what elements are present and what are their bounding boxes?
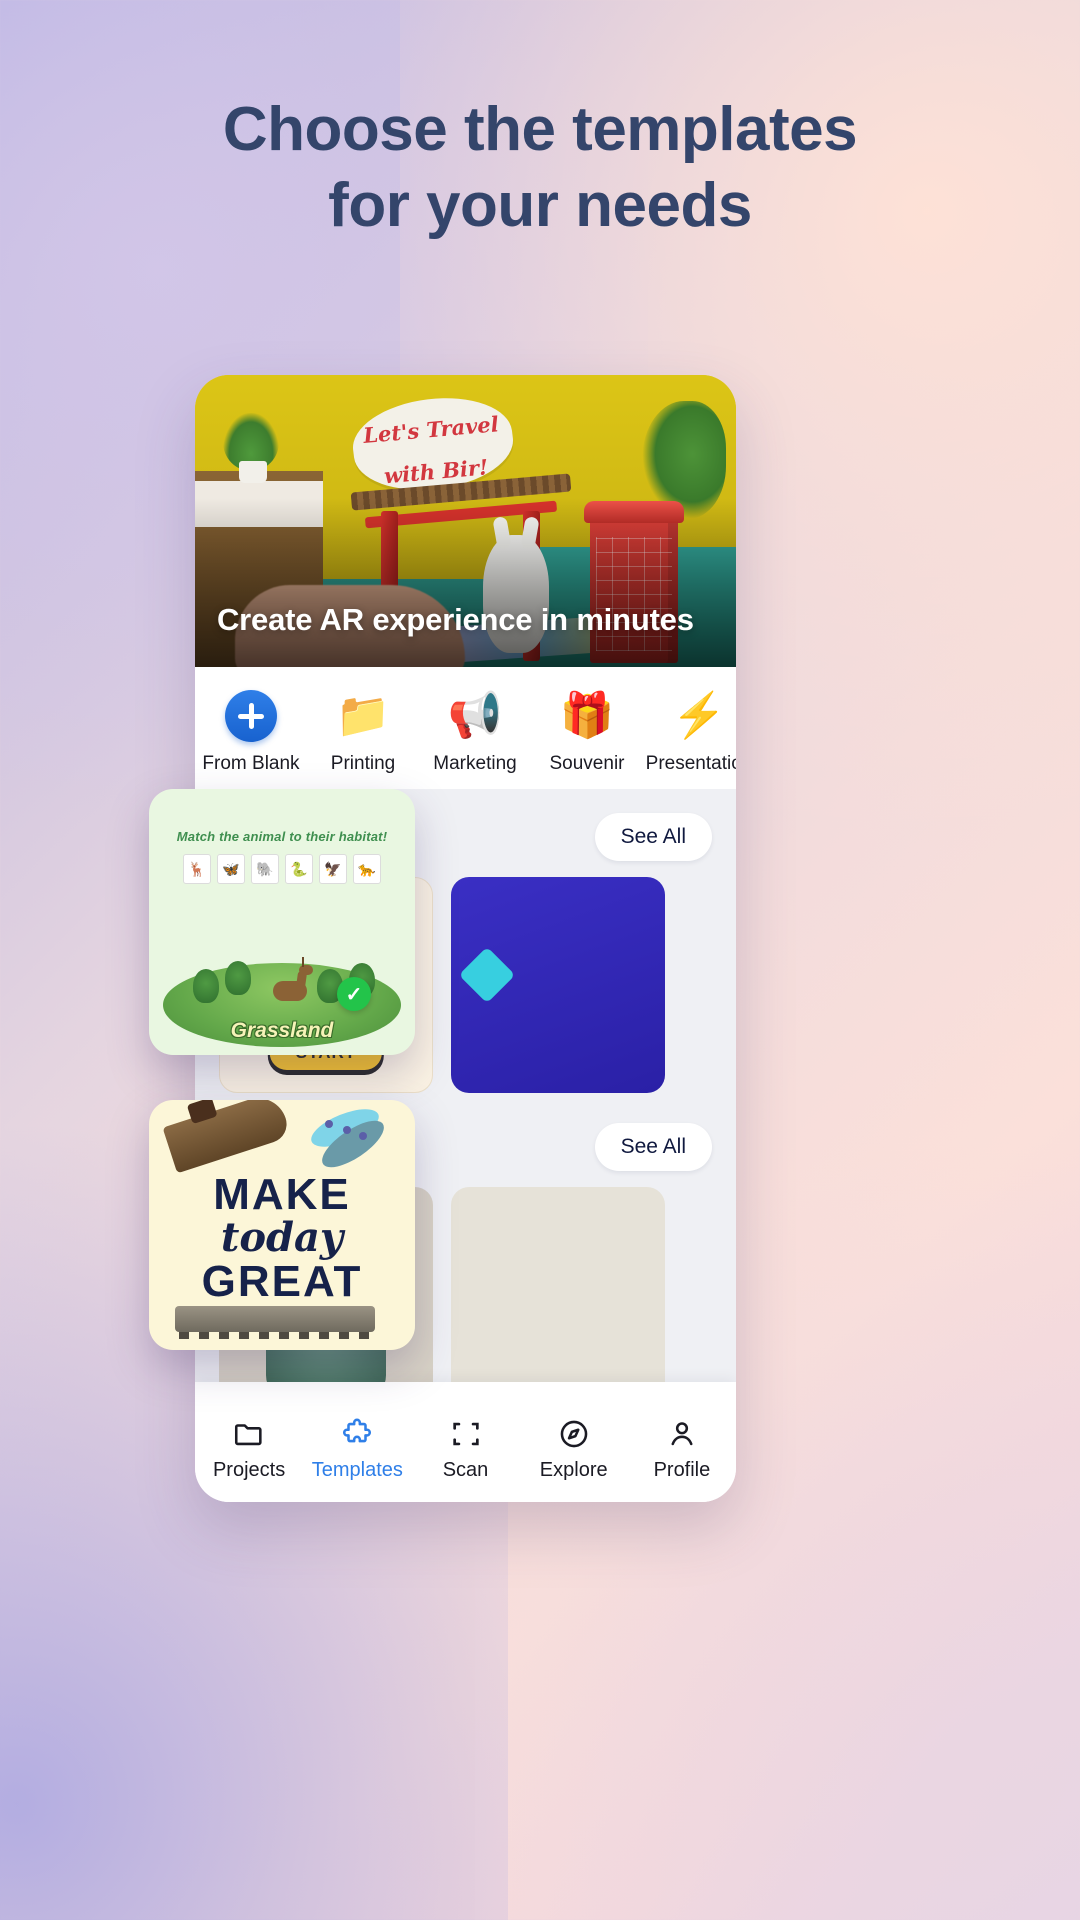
habitat-title: Match the animal to their habitat! — [176, 829, 388, 844]
see-all-button[interactable]: See All — [594, 813, 712, 861]
habitat-label: Grassland — [230, 1019, 334, 1042]
headline-line-2: for your needs — [328, 170, 752, 240]
animal-chip[interactable]: 🦅 — [319, 854, 347, 884]
template-card-blue[interactable] — [451, 877, 665, 1093]
category-souvenir[interactable]: 🎁 Souvenir — [531, 685, 643, 775]
make-line-3: GREAT — [201, 1257, 363, 1306]
train-icon — [175, 1306, 375, 1339]
nav-label: Profile — [653, 1458, 711, 1481]
template-card-next[interactable] — [451, 1187, 665, 1403]
animal-chip[interactable]: 🐘 — [251, 854, 279, 884]
tree-icon — [225, 961, 251, 995]
floating-card-habitat[interactable]: Match the animal to their habitat! 🦌 🦋 🐘… — [149, 789, 415, 1055]
gift-icon: 🎁 — [559, 691, 615, 740]
nav-label: Projects — [212, 1458, 286, 1481]
lightning-icon: ⚡ — [671, 691, 727, 740]
make-line-1: MAKE — [213, 1170, 351, 1219]
puzzle-icon — [303, 1411, 411, 1457]
megaphone-icon: 📢 — [447, 691, 503, 740]
compass-icon — [520, 1411, 628, 1457]
make-line-2: today — [220, 1214, 344, 1261]
category-label: Souvenir — [549, 753, 625, 774]
nav-label: Scan — [442, 1458, 489, 1481]
dragonfly-icon — [306, 1101, 401, 1176]
boat-icon — [162, 1100, 292, 1174]
scan-frame-icon — [411, 1411, 519, 1457]
category-label: Presentation — [645, 753, 736, 774]
hero-banner[interactable]: Let's Travel with Bir! Create AR experie… — [195, 375, 736, 667]
page-headline: Choose the templates for your needs — [0, 92, 1080, 243]
nav-item-templates[interactable]: Templates — [303, 1411, 411, 1482]
category-label: Printing — [330, 753, 396, 774]
animal-chip-row[interactable]: 🦌 🦋 🐘 🐍 🦅 🐆 — [149, 854, 415, 884]
animal-chip[interactable]: 🐆 — [353, 854, 381, 884]
habitat-scene: ✓ Grassland — [149, 929, 415, 1055]
animal-chip[interactable]: 🦋 — [217, 854, 245, 884]
floating-card-make-today-great[interactable]: MAKE today GREAT — [149, 1100, 415, 1350]
animal-chip[interactable]: 🦌 — [183, 854, 211, 884]
folder-icon — [195, 1411, 303, 1457]
hero-gradient-overlay — [195, 497, 736, 667]
hero-title: Create AR experience in minutes — [217, 602, 694, 638]
nav-item-explore[interactable]: Explore — [520, 1411, 628, 1482]
category-marketing[interactable]: 📢 Marketing — [419, 685, 531, 775]
category-from-blank[interactable]: From Blank — [195, 685, 307, 775]
deer-icon — [269, 957, 313, 1005]
animal-chip[interactable]: 🐍 — [285, 854, 313, 884]
nav-item-scan[interactable]: Scan — [411, 1411, 519, 1482]
bottom-navigation[interactable]: Projects Templates Scan Explore Profile — [195, 1382, 736, 1502]
make-today-great-text: MAKE today GREAT — [149, 1170, 415, 1307]
nav-item-projects[interactable]: Projects — [195, 1411, 303, 1482]
nav-label: Templates — [311, 1458, 403, 1481]
folder-star-icon: 📁 — [335, 691, 391, 740]
plus-circle-icon — [195, 685, 307, 747]
category-label: Marketing — [433, 753, 517, 774]
check-badge: ✓ — [337, 977, 371, 1011]
category-row[interactable]: From Blank 📁 Printing 📢 Marketing 🎁 Souv… — [195, 667, 736, 789]
see-all-button[interactable]: See All — [594, 1123, 712, 1171]
tree-icon — [193, 969, 219, 1003]
headline-line-1: Choose the templates — [222, 95, 858, 164]
nav-item-profile[interactable]: Profile — [628, 1411, 736, 1482]
category-printing[interactable]: 📁 Printing — [307, 685, 419, 775]
person-icon — [628, 1411, 736, 1457]
nav-label: Explore — [539, 1458, 608, 1481]
category-label: From Blank — [202, 753, 300, 774]
category-presentation[interactable]: ⚡ Presentation — [643, 685, 736, 775]
plant-pot — [239, 461, 267, 483]
gem-icon — [458, 946, 516, 1004]
